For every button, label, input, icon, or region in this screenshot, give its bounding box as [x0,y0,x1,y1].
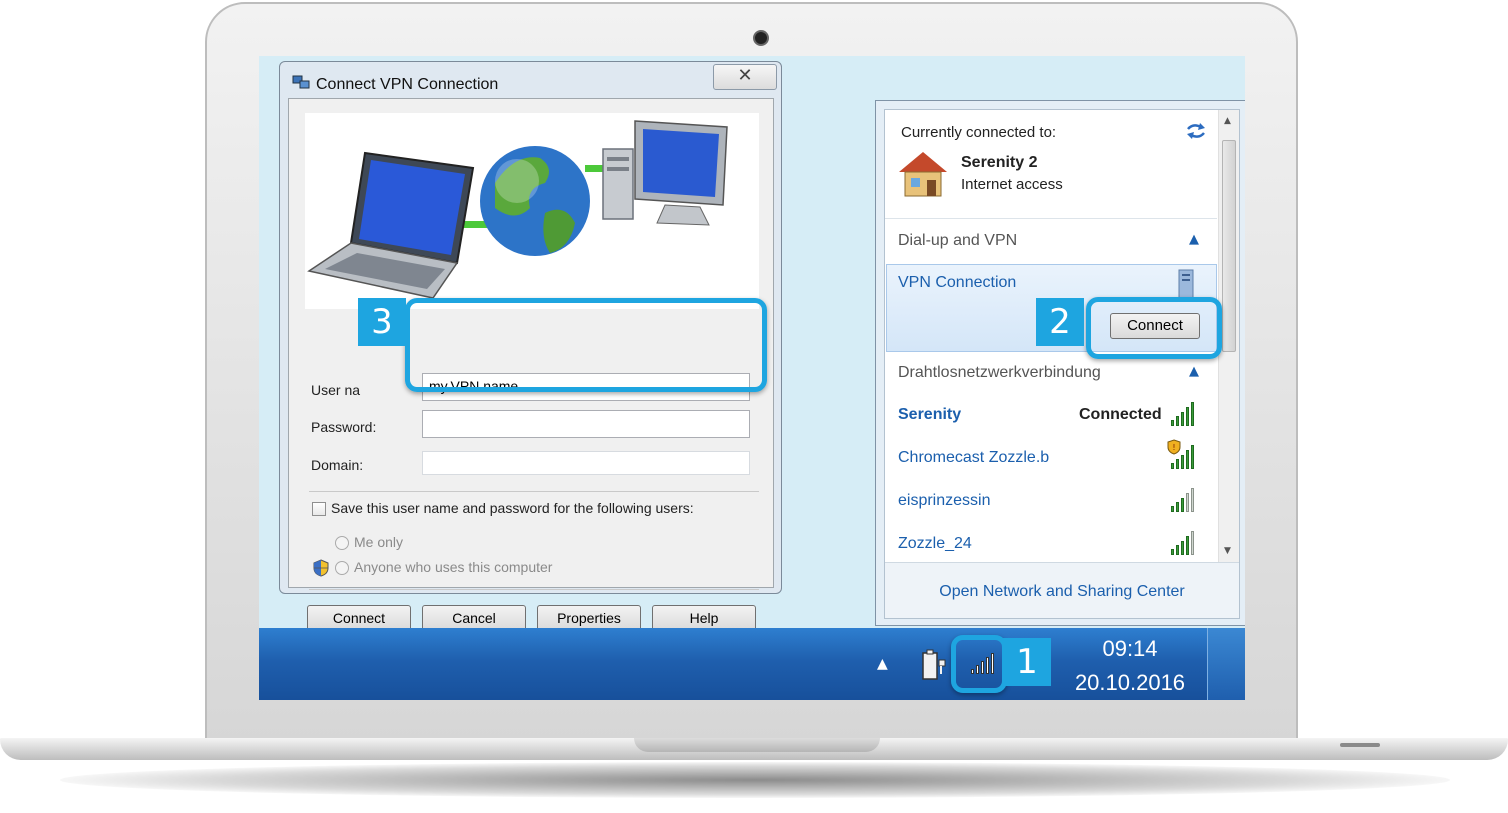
step-2-badge: 2 [1036,298,1084,346]
me-only-radio[interactable] [335,536,349,550]
current-network-status: Internet access [961,176,1063,193]
network-flyout: Currently connected to: Serenity 2 Inter… [875,100,1245,626]
save-credentials-label: Save this user name and password for the… [331,500,694,516]
signal-strength-icon [1171,402,1194,426]
clock-time[interactable]: 09:14 [1059,636,1201,662]
credentials-highlight [405,298,767,392]
password-field[interactable] [422,410,750,438]
vpn-connection-name: VPN Connection [898,274,1017,291]
vpn-connect-highlight [1086,297,1222,359]
show-hidden-icons-icon[interactable]: ▲ [877,656,888,672]
network-status: Connected [1079,406,1162,423]
wireless-header[interactable]: Drahtlosnetzwerkverbindung [898,364,1101,382]
step-1-badge: 1 [1003,638,1051,686]
network-sharing-center-link[interactable]: Open Network and Sharing Center [885,583,1239,601]
network-connection-icon [292,73,310,91]
signal-strength-icon [1171,531,1194,555]
vpn-illustration [305,113,759,309]
network-row-zozzle24[interactable]: Zozzle_24 [885,523,1217,563]
network-tray-highlight [951,635,1007,693]
domain-field[interactable] [422,451,750,475]
network-row-eisprinzessin[interactable]: eisprinzessin [885,480,1217,520]
taskbar: ▲ 09:14 20.10.2016 [259,628,1245,700]
save-credentials-checkbox[interactable] [312,502,326,516]
me-only-label: Me only [354,534,404,550]
svg-text:!: ! [1172,443,1175,452]
network-list: Currently connected to: Serenity 2 Inter… [884,109,1240,619]
dialog-title: Connect VPN Connection [316,76,499,93]
home-network-icon [897,150,949,198]
webcam [753,30,769,46]
network-row-serenity[interactable]: Serenity Connected [885,394,1217,434]
close-button[interactable]: ✕ [713,64,777,90]
network-name: eisprinzessin [898,492,991,509]
connected-to-label: Currently connected to: [901,124,1057,141]
current-network-name: Serenity 2 [961,154,1038,171]
laptop-notch [634,738,880,752]
domain-label: Domain: [311,457,364,473]
divider [309,589,759,590]
flyout-footer: Open Network and Sharing Center [885,562,1239,618]
network-name: Chromecast Zozzle.b [898,449,1050,466]
step-3-badge: 3 [358,298,406,346]
refresh-icon[interactable] [1185,122,1207,140]
laptop-shadow [60,762,1450,798]
collapse-icon[interactable]: ▲ [1189,364,1199,379]
power-icon[interactable] [919,648,949,682]
dialup-vpn-header[interactable]: Dial-up and VPN [898,232,1017,250]
scrollbar-thumb[interactable] [1222,140,1236,352]
collapse-icon[interactable]: ▲ [1189,232,1199,247]
scroll-up-icon[interactable]: ▲ [1224,116,1231,126]
divider [309,491,759,492]
password-label: Password: [311,419,377,435]
scroll-down-icon[interactable]: ▼ [1224,546,1231,556]
anyone-label: Anyone who uses this computer [354,559,553,575]
network-row-chromecast[interactable]: Chromecast Zozzle.b ! [885,437,1217,477]
shield-icon [313,559,329,577]
anyone-radio[interactable] [335,561,349,575]
username-label: User na [311,382,361,398]
clock-date[interactable]: 20.10.2016 [1059,670,1201,696]
network-name: Serenity [898,406,962,423]
signal-strength-icon [1171,488,1194,512]
divider [885,218,1217,219]
security-shield-icon: ! [1167,439,1181,455]
laptop-indicator [1340,743,1380,747]
network-name: Zozzle_24 [898,535,972,552]
show-desktop-button[interactable] [1207,628,1245,700]
